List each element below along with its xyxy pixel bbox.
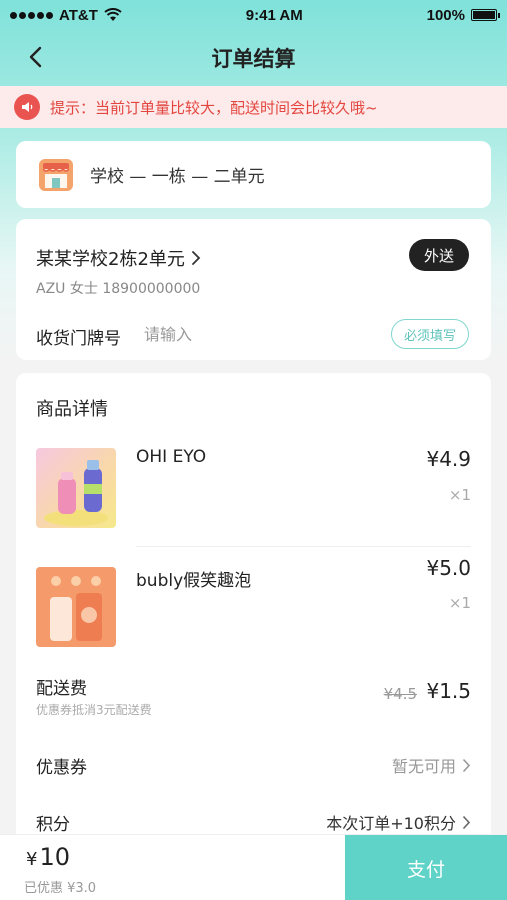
item-price: ¥5.0 bbox=[426, 556, 471, 580]
notice-banner: 提示：当前订单量比较大，配送时间会比较久哦~ bbox=[0, 86, 507, 128]
can-icon bbox=[50, 576, 102, 641]
door-number-input[interactable] bbox=[144, 321, 344, 347]
coupon-selector[interactable]: 暂无可用 bbox=[392, 753, 471, 777]
chevron-right-icon bbox=[462, 758, 471, 772]
address-summary-card[interactable]: 学校 — 一栋 — 二单元 bbox=[16, 141, 491, 208]
product-image bbox=[36, 567, 116, 647]
wifi-icon bbox=[104, 8, 122, 21]
carrier-label: AT&T bbox=[59, 6, 98, 24]
goods-card: 商品详情 OHI EYO ¥4.9 ×1 bubly假笑趣泡 ¥5.0 ×1 配… bbox=[16, 373, 491, 900]
delivery-fee-note: 优惠券抵消3元配送费 bbox=[36, 703, 152, 717]
item-name: bubly假笑趣泡 bbox=[136, 571, 252, 591]
item-price: ¥4.9 bbox=[426, 447, 471, 471]
address-selector[interactable]: 某某学校2栋2单元 bbox=[36, 245, 201, 271]
delivery-fee-current: ¥1.5 bbox=[426, 679, 471, 703]
address-name: 某某学校2栋2单元 bbox=[36, 249, 185, 270]
product-image bbox=[36, 448, 116, 528]
delivery-mode-badge[interactable]: 外送 bbox=[409, 239, 469, 271]
divider bbox=[136, 546, 471, 547]
total-value: 10 bbox=[39, 843, 70, 871]
discount-text: 已优惠 ¥3.0 bbox=[24, 881, 97, 896]
clock: 9:41 AM bbox=[245, 6, 303, 24]
bottle-icon bbox=[44, 460, 108, 526]
pay-button[interactable]: 支付 bbox=[345, 835, 507, 900]
address-contact: AZU 女士 18900000000 bbox=[36, 281, 201, 297]
points-value: 本次订单+10积分 bbox=[326, 814, 456, 833]
address-card: 某某学校2栋2单元 AZU 女士 18900000000 外送 收货门牌号 必须… bbox=[16, 219, 491, 360]
item-quantity: ×1 bbox=[448, 486, 471, 504]
delivery-fee-original: ¥4.5 bbox=[383, 685, 417, 703]
shop-icon bbox=[39, 158, 73, 191]
chevron-right-icon bbox=[192, 251, 201, 265]
chevron-left-icon bbox=[29, 46, 42, 68]
status-right: 100% bbox=[426, 6, 500, 24]
points-selector[interactable]: 本次订单+10积分 bbox=[326, 810, 471, 834]
checkout-bar: ¥ 10 已优惠 ¥3.0 支付 bbox=[0, 834, 507, 900]
coupon-value: 暂无可用 bbox=[391, 757, 456, 776]
item-quantity: ×1 bbox=[448, 594, 471, 612]
door-number-label: 收货门牌号 bbox=[36, 329, 121, 349]
delivery-fee-label: 配送费 bbox=[36, 679, 87, 699]
points-label: 积分 bbox=[36, 815, 70, 835]
battery-icon bbox=[470, 9, 500, 21]
required-badge: 必须填写 bbox=[391, 319, 469, 349]
battery-label: 100% bbox=[426, 6, 465, 24]
status-bar: AT&T 9:41 AM 100% bbox=[0, 0, 507, 30]
notice-text: 提示：当前订单量比较大，配送时间会比较久哦~ bbox=[50, 98, 378, 117]
total-amount: ¥ 10 bbox=[26, 843, 70, 871]
goods-title: 商品详情 bbox=[36, 399, 108, 420]
chevron-right-icon bbox=[462, 815, 471, 829]
signal-icon bbox=[10, 11, 53, 19]
back-button[interactable] bbox=[20, 42, 50, 72]
item-name: OHI EYO bbox=[136, 447, 207, 467]
page-title: 订单结算 bbox=[211, 47, 296, 71]
currency-sign: ¥ bbox=[26, 849, 38, 870]
status-left: AT&T bbox=[10, 7, 122, 24]
speaker-icon bbox=[14, 94, 40, 120]
address-summary-text: 学校 — 一栋 — 二单元 bbox=[90, 167, 265, 187]
nav-bar: 订单结算 bbox=[0, 30, 507, 86]
coupon-label: 优惠券 bbox=[36, 758, 87, 778]
